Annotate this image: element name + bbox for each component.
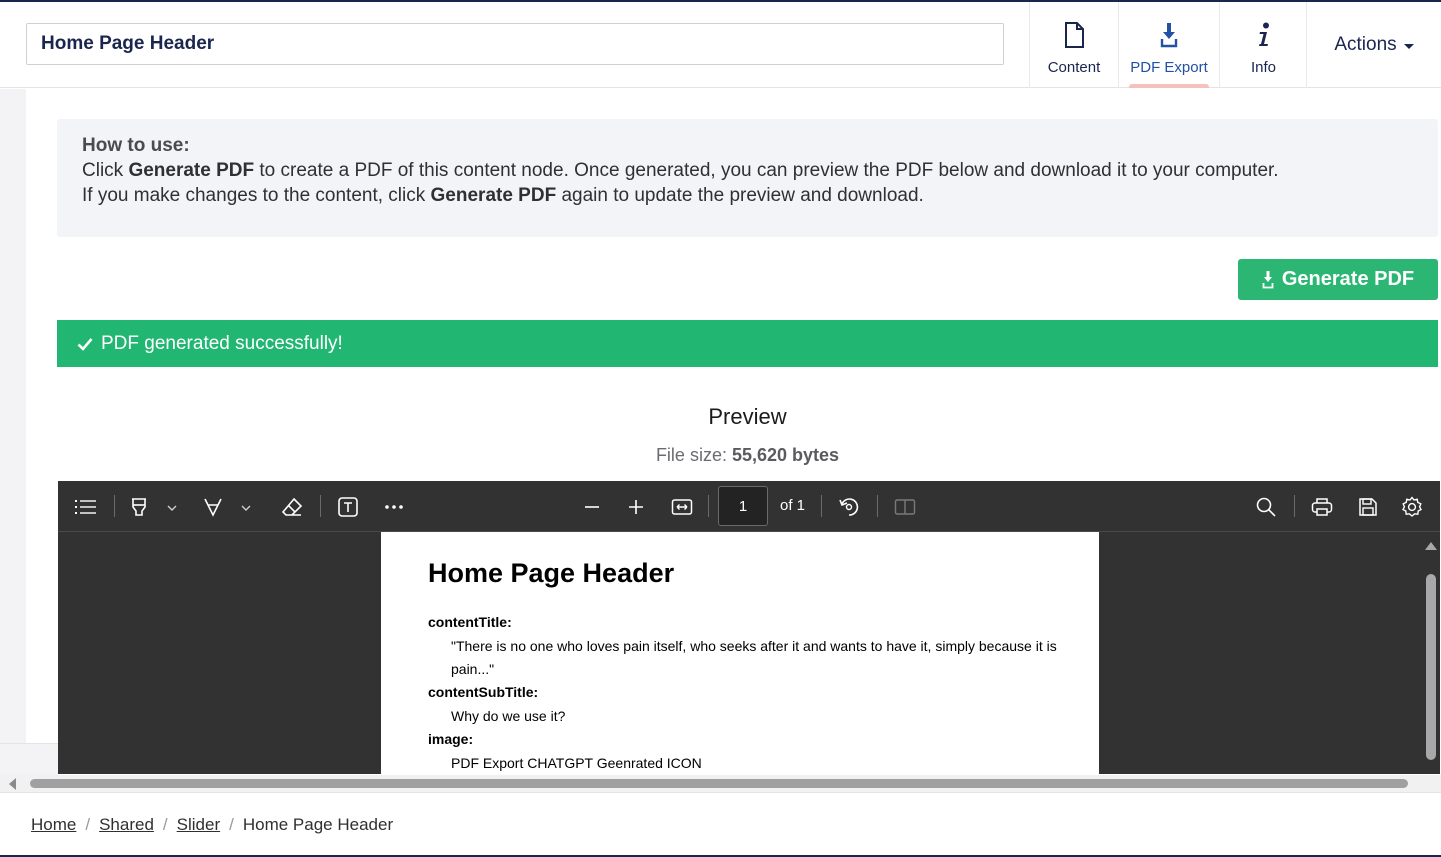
tab-content[interactable]: Content bbox=[1029, 2, 1118, 88]
actions-dropdown[interactable]: Actions bbox=[1306, 2, 1441, 88]
zoom-out-icon[interactable] bbox=[578, 493, 606, 521]
search-icon[interactable] bbox=[1252, 493, 1280, 521]
toolbar-separator bbox=[821, 495, 822, 517]
scroll-left-arrow-icon[interactable] bbox=[9, 778, 16, 790]
success-alert: PDF generated successfully! bbox=[57, 320, 1438, 367]
how-to-text: Click bbox=[82, 160, 129, 181]
draw-tool[interactable] bbox=[200, 493, 254, 521]
actions-label: Actions bbox=[1334, 34, 1397, 55]
tab-content-label: Content bbox=[1047, 59, 1101, 76]
breadcrumb-shared[interactable]: Shared bbox=[99, 815, 154, 835]
scroll-up-arrow-icon[interactable] bbox=[1425, 542, 1437, 550]
editor-header: Content PDF Export Info Actions bbox=[0, 2, 1441, 88]
more-icon[interactable] bbox=[380, 493, 408, 521]
outline-list-icon[interactable] bbox=[72, 493, 100, 521]
save-icon[interactable] bbox=[1354, 493, 1382, 521]
pdf-field-value: Why do we use it? bbox=[451, 708, 566, 724]
preview-title: Preview bbox=[708, 404, 787, 429]
rotate-icon[interactable] bbox=[835, 493, 863, 521]
download-icon bbox=[1262, 270, 1274, 289]
download-icon bbox=[1160, 20, 1178, 50]
how-to-line-1: Click Generate PDF to create a PDF of th… bbox=[82, 158, 1413, 183]
success-message: PDF generated successfully! bbox=[101, 332, 343, 354]
tab-info-label: Info bbox=[1250, 59, 1277, 76]
pdf-toolbar: of 1 bbox=[58, 481, 1440, 532]
scroll-thumb[interactable] bbox=[30, 779, 1408, 788]
breadcrumb-separator: / bbox=[229, 815, 234, 834]
how-to-text: to create a PDF of this content node. On… bbox=[254, 160, 1279, 181]
how-to-title: How to use: bbox=[82, 135, 190, 156]
pdf-page: Home Page Header contentTitle: "There is… bbox=[381, 532, 1099, 774]
pdf-field-value: PDF Export CHATGPT Geenrated ICON bbox=[451, 755, 702, 771]
left-gutter bbox=[0, 89, 26, 775]
fit-width-icon[interactable] bbox=[668, 493, 696, 521]
page-number-input[interactable] bbox=[718, 486, 768, 526]
toolbar-separator bbox=[114, 495, 115, 517]
left-gutter-bottom bbox=[0, 743, 58, 775]
check-icon bbox=[77, 337, 93, 351]
how-to-bold: Generate PDF bbox=[430, 185, 557, 206]
file-size-label: File size: bbox=[655, 445, 727, 465]
how-to-use-box: How to use: Click Generate PDF to create… bbox=[57, 119, 1438, 237]
file-size-value: 55,620 bytes bbox=[731, 445, 840, 465]
pdf-field-value: "There is no one who loves pain itself, … bbox=[451, 638, 1057, 677]
breadcrumb: Home / Shared / Slider / Home Page Heade… bbox=[0, 792, 1441, 857]
document-icon bbox=[1064, 20, 1084, 50]
breadcrumb-slider[interactable]: Slider bbox=[177, 815, 220, 835]
generate-pdf-button[interactable]: Generate PDF bbox=[1238, 259, 1438, 300]
toolbar-separator bbox=[877, 495, 878, 517]
editor-tabs: Content PDF Export Info bbox=[1029, 2, 1307, 88]
how-to-text: If you make changes to the content, clic… bbox=[82, 185, 431, 206]
horizontal-scrollbar[interactable] bbox=[0, 775, 1441, 792]
how-to-bold: Generate PDF bbox=[128, 160, 255, 181]
pdf-field-label: contentSubTitle: bbox=[428, 684, 539, 700]
tab-info[interactable]: Info bbox=[1219, 2, 1307, 88]
viewer-vertical-scrollbar[interactable] bbox=[1424, 536, 1438, 772]
how-to-text: again to update the preview and download… bbox=[556, 185, 924, 206]
pdf-field-label: contentTitle: bbox=[428, 614, 512, 630]
toolbar-separator bbox=[1294, 495, 1295, 517]
breadcrumb-separator: / bbox=[85, 815, 91, 834]
tab-pdf-export-label: PDF Export bbox=[1130, 59, 1208, 76]
file-size: File size: 55,620 bytes bbox=[57, 445, 1438, 466]
caret-down-icon bbox=[1403, 43, 1414, 49]
scroll-thumb[interactable] bbox=[1426, 574, 1436, 760]
toolbar-separator bbox=[708, 495, 709, 517]
settings-gear-icon[interactable] bbox=[1398, 493, 1426, 521]
highlight-tool[interactable] bbox=[126, 493, 180, 521]
two-page-view-icon[interactable] bbox=[891, 493, 919, 521]
page-count: of 1 bbox=[780, 497, 806, 514]
pdf-viewer: of 1 Home Page Header contentTitle: "The… bbox=[58, 481, 1440, 774]
breadcrumb-separator: / bbox=[162, 815, 168, 834]
generate-pdf-label: Generate PDF bbox=[1281, 268, 1415, 290]
how-to-line-2: If you make changes to the content, clic… bbox=[82, 183, 1413, 208]
breadcrumb-current: Home Page Header bbox=[242, 815, 394, 834]
toolbar-separator bbox=[320, 495, 321, 517]
text-tool-icon[interactable] bbox=[334, 493, 362, 521]
node-name-input[interactable] bbox=[26, 23, 1004, 65]
pdf-heading: Home Page Header bbox=[428, 558, 675, 588]
print-icon[interactable] bbox=[1308, 493, 1336, 521]
info-icon bbox=[1257, 20, 1271, 50]
breadcrumb-home[interactable]: Home bbox=[31, 815, 76, 835]
eraser-icon[interactable] bbox=[278, 493, 306, 521]
tab-pdf-export[interactable]: PDF Export bbox=[1118, 2, 1219, 88]
zoom-in-icon[interactable] bbox=[622, 493, 650, 521]
pdf-field-label: image: bbox=[428, 731, 474, 747]
